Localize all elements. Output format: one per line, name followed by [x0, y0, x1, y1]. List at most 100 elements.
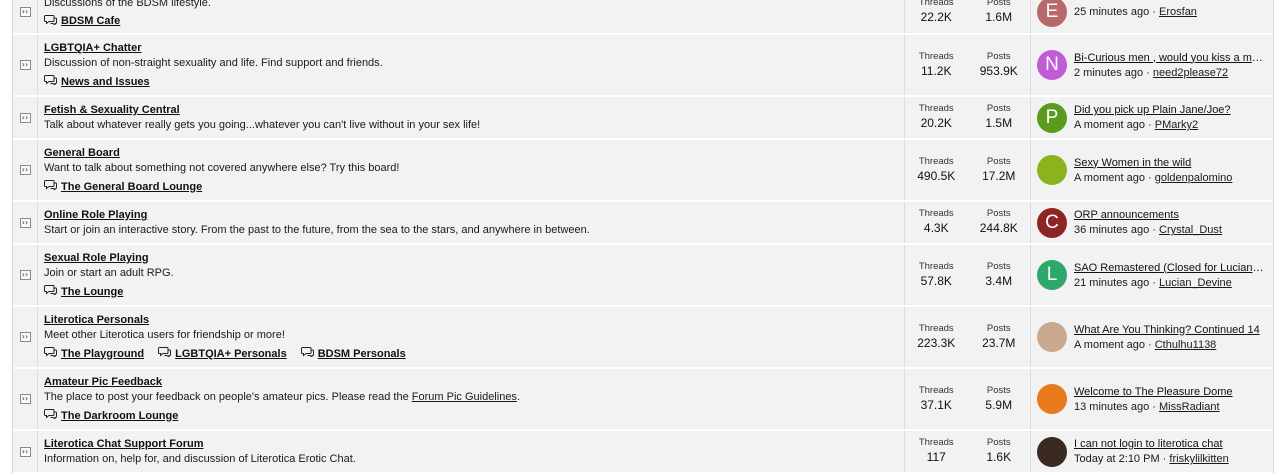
subforum-list: The Playground LGBTQIA+ Personals BDSM Per…	[44, 346, 898, 361]
last-post-time[interactable]: A moment ago	[1074, 119, 1145, 131]
subforum-link[interactable]: BDSM Personals	[300, 346, 406, 361]
avatar[interactable]	[1037, 322, 1067, 352]
avatar-letter: N	[1045, 54, 1059, 75]
expand-arrows-icon[interactable]: ››	[19, 394, 31, 404]
posts-label: Posts	[986, 437, 1011, 448]
last-post-meta: A moment ago · PMarky2	[1074, 118, 1264, 132]
subforum-label[interactable]: BDSM Personals	[318, 347, 406, 361]
forum-title[interactable]: Sexual Role Playing	[44, 251, 898, 265]
forum-title[interactable]: General Board	[44, 146, 898, 160]
last-post-meta: 36 minutes ago · Crystal_Dust	[1074, 223, 1264, 237]
last-post-time[interactable]: A moment ago	[1074, 339, 1145, 351]
last-post-user[interactable]: MissRadiant	[1159, 401, 1220, 413]
avatar[interactable]	[1037, 155, 1067, 185]
avatar[interactable]	[1037, 436, 1067, 467]
subforum-link[interactable]: BDSM Cafe	[44, 14, 120, 29]
expand-arrows-icon[interactable]: ››	[19, 60, 31, 70]
meta-separator: ·	[1152, 400, 1156, 413]
subforum-label[interactable]: The General Board Lounge	[61, 180, 202, 194]
last-post-meta: 2 minutes ago · need2please72	[1074, 66, 1264, 80]
last-post-title[interactable]: ORP announcements	[1074, 208, 1264, 222]
last-post-title[interactable]: Sexy Women in the wild	[1074, 156, 1264, 170]
forum-description: Talk about whatever really gets you goin…	[44, 118, 898, 132]
subforum-link[interactable]: The Lounge	[44, 284, 123, 299]
expand-arrows-icon[interactable]: ››	[19, 332, 31, 342]
forum-title[interactable]: Fetish & Sexuality Central	[44, 103, 898, 117]
last-post-time[interactable]: 21 minutes ago	[1074, 277, 1149, 289]
forum-title[interactable]: Online Role Playing	[44, 208, 898, 222]
threads-stat: Threads 20.2K	[905, 103, 968, 132]
threads-count: 223.3K	[917, 335, 956, 350]
forum-icon-cell: ››	[13, 97, 38, 138]
last-post-time[interactable]: 13 minutes ago	[1074, 401, 1149, 413]
last-post-user[interactable]: Lucian_Devine	[1159, 277, 1232, 289]
last-post-time[interactable]: 2 minutes ago	[1074, 67, 1143, 79]
avatar[interactable]: L	[1037, 260, 1067, 290]
avatar[interactable]: E	[1037, 0, 1067, 27]
forum-row: ›› Fetish & Sexuality Central Talk about w…	[13, 97, 1273, 140]
last-post-title[interactable]: Did you pick up Plain Jane/Joe?	[1074, 103, 1264, 117]
avatar-letter: C	[1045, 211, 1059, 233]
subforum-link[interactable]: The Playground	[44, 346, 144, 361]
subforum-label[interactable]: The Lounge	[61, 285, 123, 299]
avatar[interactable]	[1037, 384, 1067, 414]
subforum-link[interactable]: The Darkroom Lounge	[44, 408, 178, 423]
expand-arrows-icon[interactable]: ››	[19, 112, 31, 123]
threads-label: Threads	[918, 208, 954, 219]
subforum-list: The Lounge	[44, 284, 898, 299]
expand-arrows-icon[interactable]: ››	[19, 270, 31, 280]
posts-label: Posts	[986, 208, 1011, 219]
last-post-time[interactable]: A moment ago	[1074, 172, 1145, 184]
last-post-user[interactable]: Cthulhu1138	[1155, 339, 1217, 351]
forum-title[interactable]: Literotica Personals	[44, 313, 898, 327]
last-post-time[interactable]: 36 minutes ago	[1074, 224, 1149, 236]
subforum-label[interactable]: BDSM Cafe	[61, 14, 120, 28]
last-post: C ORP announcements 36 minutes ago · Cryst…	[1031, 202, 1273, 243]
last-post-user[interactable]: Erosfan	[1159, 6, 1197, 18]
forum-title[interactable]: Amateur Pic Feedback	[44, 375, 898, 389]
subforum-link[interactable]: News and Issues	[44, 74, 150, 89]
threads-count: 117	[926, 450, 946, 464]
subforum-label[interactable]: The Playground	[61, 347, 144, 361]
forum-title[interactable]: LGBTQIA+ Chatter	[44, 41, 898, 55]
threads-label: Threads	[918, 155, 954, 167]
last-post-title[interactable]: I can not login to literotica chat	[1074, 437, 1264, 451]
expand-arrows-icon[interactable]: ››	[19, 446, 31, 457]
expand-arrows-icon[interactable]: ››	[19, 165, 31, 175]
posts-label: Posts	[986, 260, 1011, 272]
last-post-title[interactable]: What Are You Thinking? Continued 14	[1074, 323, 1264, 337]
expand-arrows-icon[interactable]: ››	[19, 217, 31, 228]
last-post-time[interactable]: 25 minutes ago	[1074, 6, 1149, 18]
last-post-user[interactable]: PMarky2	[1155, 119, 1198, 131]
avatar[interactable]: P	[1037, 102, 1067, 133]
forum-icon-cell: ››	[13, 245, 38, 305]
last-post-title[interactable]: Bi-Curious men , would you kiss a man?	[1074, 51, 1264, 65]
avatar[interactable]: N	[1037, 50, 1067, 80]
last-post-user[interactable]: Crystal_Dust	[1159, 224, 1222, 236]
last-post-title[interactable]: Welcome to The Pleasure Dome	[1074, 385, 1264, 399]
subforum-label[interactable]: LGBTQIA+ Personals	[175, 347, 287, 361]
forum-stats: Threads 490.5K Posts 17.2M	[905, 140, 1031, 200]
posts-label: Posts	[986, 103, 1011, 114]
last-post-time[interactable]: Today at 2:10 PM	[1074, 453, 1160, 465]
subforum-link[interactable]: The General Board Lounge	[44, 179, 202, 194]
expand-arrows-icon[interactable]: ››	[19, 6, 31, 17]
last-post-user[interactable]: friskylilkitten	[1169, 453, 1228, 465]
last-post-user[interactable]: goldenpalomino	[1155, 172, 1233, 184]
subforum-link[interactable]: LGBTQIA+ Personals	[158, 346, 287, 361]
forum-stats: Threads 37.1K Posts 5.9M	[905, 369, 1031, 429]
posts-stat: Posts 953.9K	[968, 51, 1031, 80]
last-post-title[interactable]: SAO Remastered (Closed for Lucian_…	[1074, 261, 1264, 275]
forum-icon-cell: ››	[13, 431, 38, 472]
meta-separator: ·	[1152, 276, 1156, 289]
subforum-label[interactable]: News and Issues	[61, 75, 150, 89]
posts-stat: Posts 3.4M	[968, 261, 1031, 290]
guidelines-link[interactable]: Forum Pic Guidelines	[412, 391, 517, 403]
chat-bubbles-icon	[44, 14, 57, 29]
last-post: I can not login to literotica chat Today …	[1031, 431, 1273, 472]
forum-title[interactable]: Literotica Chat Support Forum	[44, 437, 898, 451]
subforum-label[interactable]: The Darkroom Lounge	[61, 409, 178, 423]
last-post-user[interactable]: need2please72	[1153, 67, 1228, 79]
avatar[interactable]: C	[1037, 207, 1067, 238]
forum-main: Sexual Role Playing Join or start an adul…	[38, 245, 905, 305]
